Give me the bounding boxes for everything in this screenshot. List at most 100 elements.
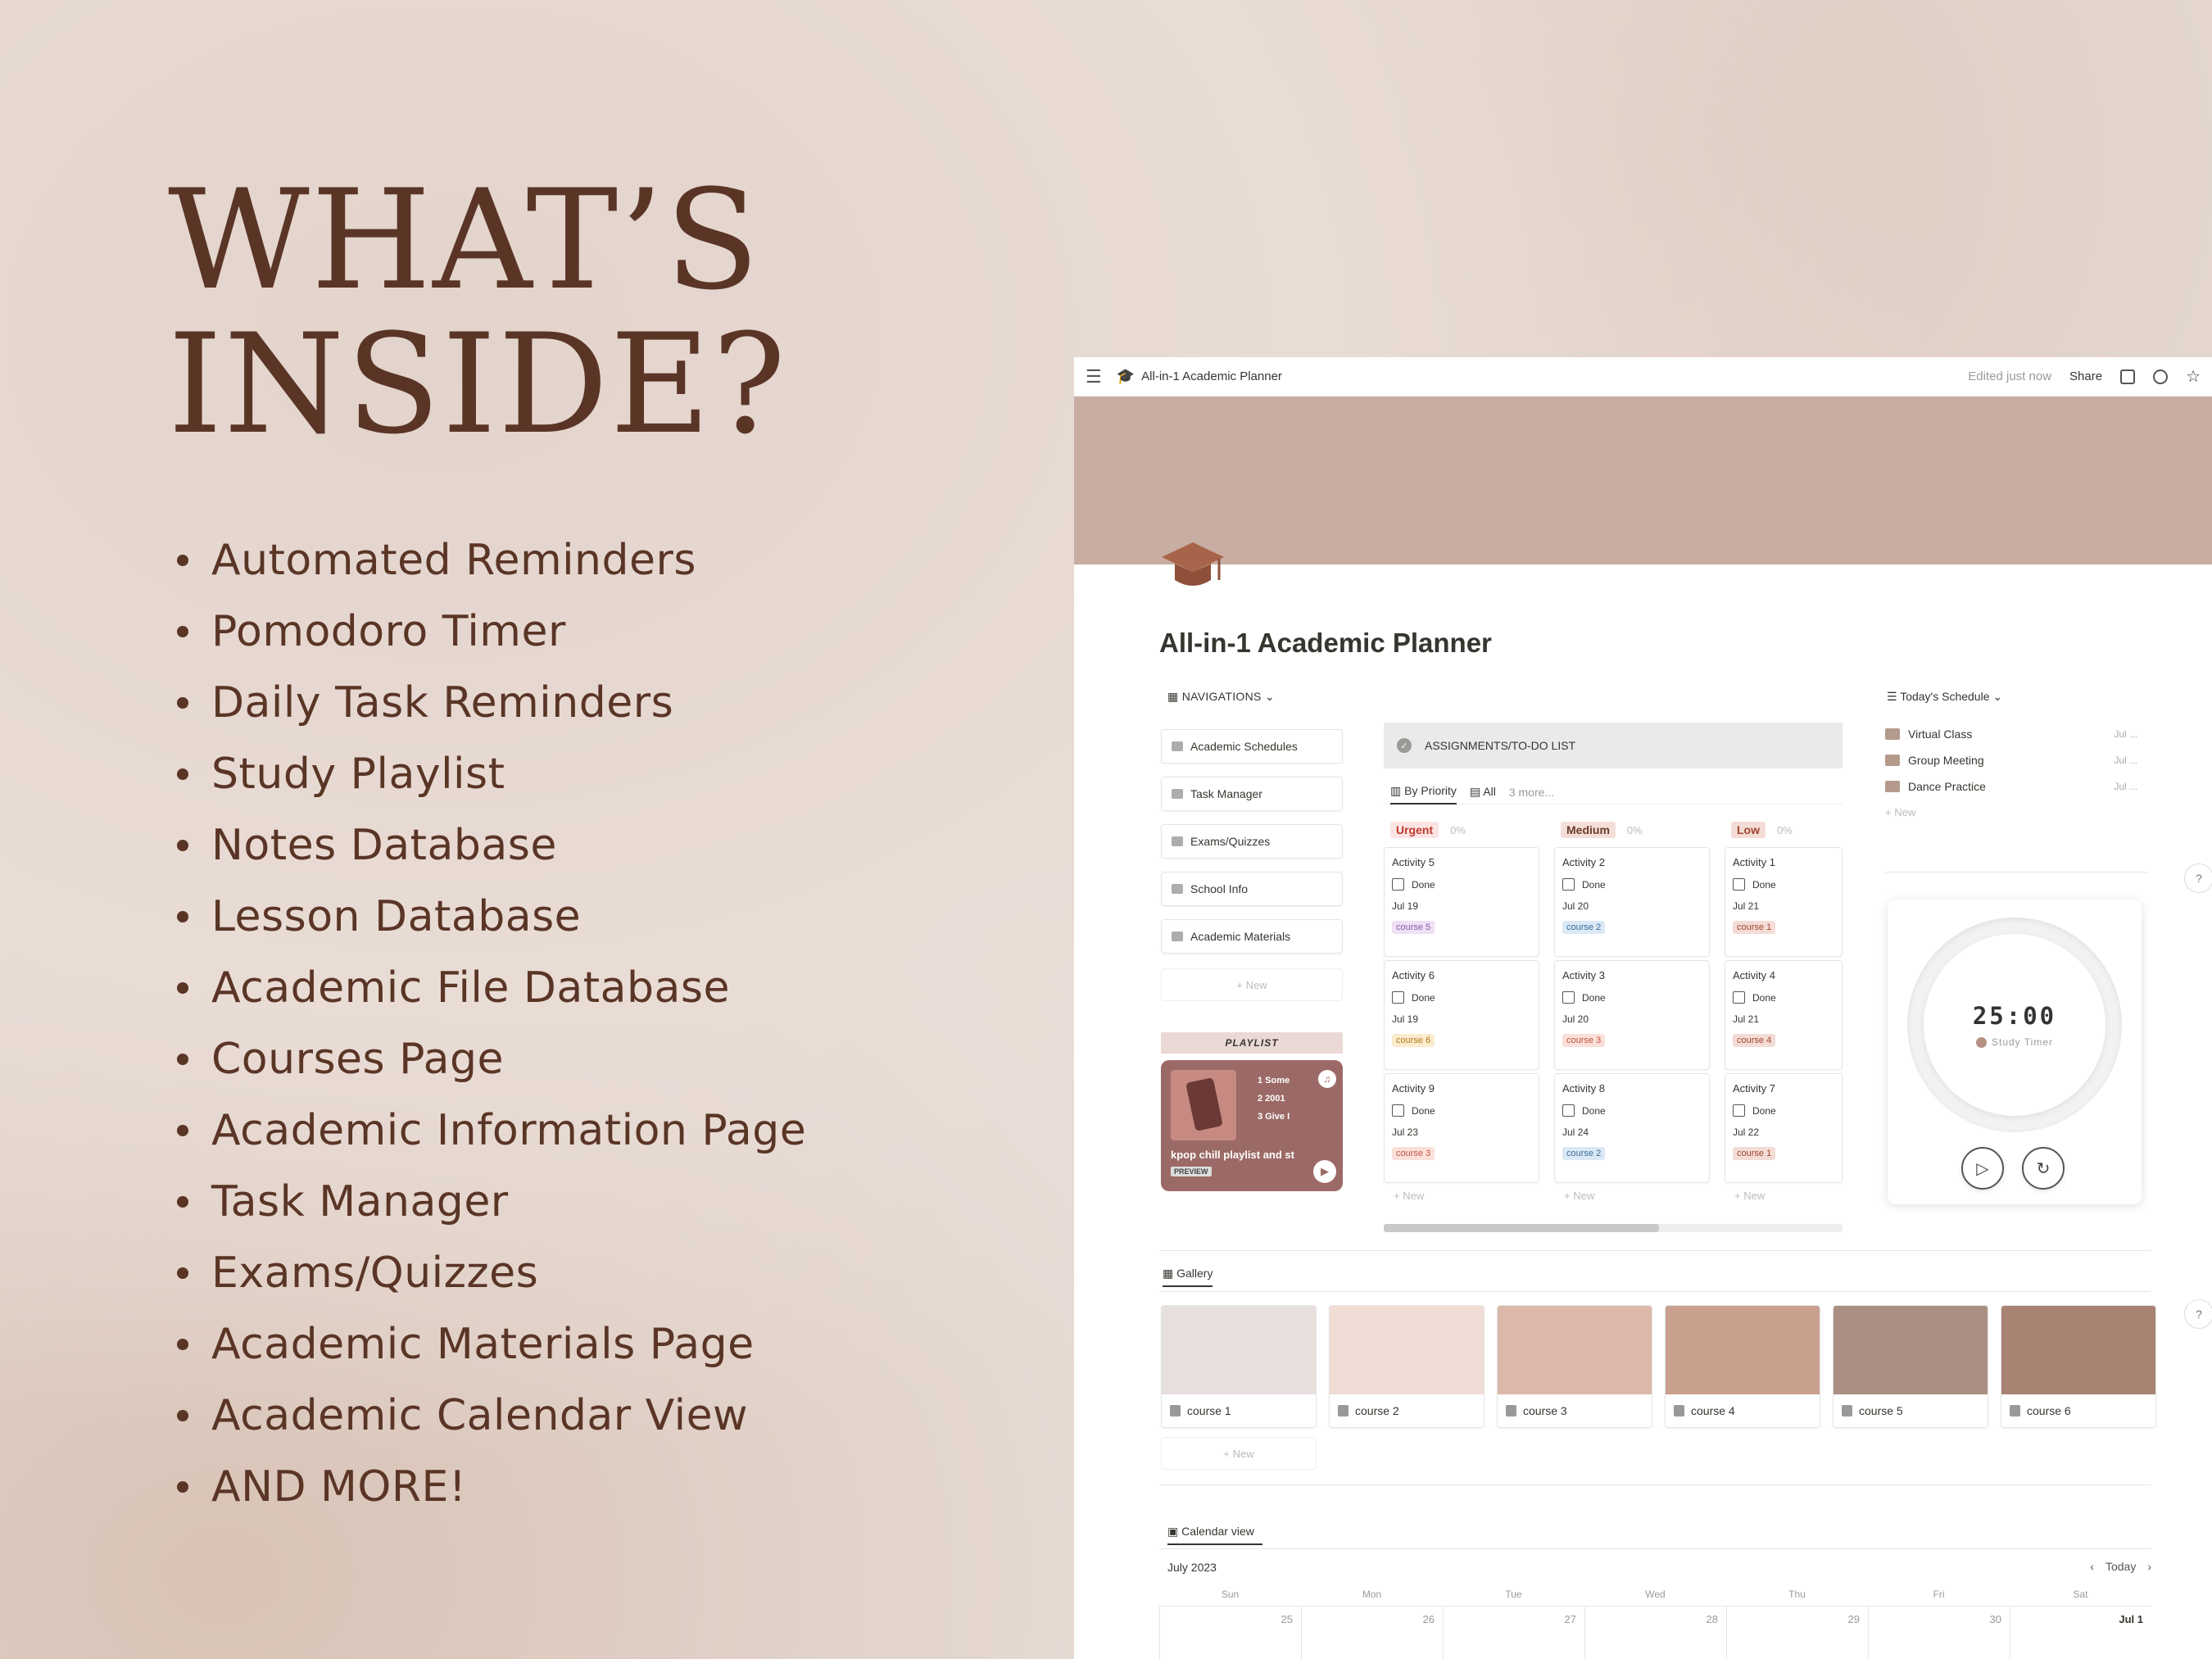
tab-calendar-view[interactable]: ▣ Calendar view — [1167, 1525, 1262, 1545]
schedule-new-button[interactable]: + New — [1885, 806, 1915, 818]
bullet-icon — [177, 768, 188, 780]
nav-exams-quizzes[interactable]: Exams/Quizzes — [1161, 824, 1343, 859]
tab-all[interactable]: ▤ All — [1470, 785, 1496, 799]
spotify-embed[interactable]: 1 Some 2 2001 3 Give I ♫ kpop chill play… — [1161, 1060, 1343, 1191]
checkbox[interactable] — [1392, 1104, 1404, 1117]
task-card[interactable]: Activity 9 Done Jul 23 course 3 — [1384, 1073, 1539, 1183]
nav-academic-schedules[interactable]: Academic Schedules — [1161, 729, 1343, 764]
gallery-card[interactable]: course 3 — [1497, 1305, 1652, 1428]
edited-status: Edited just now — [1968, 369, 2052, 383]
schedule-item[interactable]: Dance Practice Jul ... — [1885, 780, 2147, 793]
calendar-nav: ‹ Today › — [2090, 1560, 2151, 1573]
timer-reset-button[interactable]: ↻ — [2022, 1147, 2065, 1190]
checkbox[interactable] — [1562, 878, 1575, 891]
help-icon[interactable]: ? — [2184, 1299, 2212, 1329]
weekday-label: Sun — [1221, 1589, 1240, 1600]
bullet-icon — [177, 696, 188, 709]
checkbox[interactable] — [1733, 1104, 1745, 1117]
calendar-day-cell[interactable]: 27 — [1443, 1606, 1584, 1659]
checkbox[interactable] — [1392, 991, 1404, 1004]
pomodoro-timer-widget: 25:00 Study Timer ▷ ↻ — [1888, 900, 2142, 1204]
task-card[interactable]: Activity 3 Done Jul 20 course 3 — [1554, 960, 1710, 1070]
assignments-header[interactable]: ✓ ASSIGNMENTS/TO-DO LIST — [1384, 723, 1843, 768]
calendar-day-cell[interactable]: 28 — [1584, 1606, 1726, 1659]
play-icon[interactable]: ▶ — [1313, 1160, 1336, 1183]
video-icon — [1885, 728, 1900, 740]
course-tag: course 2 — [1562, 921, 1606, 934]
horizontal-scrollbar[interactable] — [1384, 1224, 1843, 1232]
gallery-card[interactable]: course 2 — [1329, 1305, 1484, 1428]
chevron-left-icon[interactable]: ‹ — [2090, 1560, 2094, 1573]
feature-item: Automated Reminders — [172, 524, 806, 596]
menu-icon[interactable]: ☰ — [1086, 366, 1102, 388]
todays-schedule-heading[interactable]: ☰ Today's Schedule ⌄ — [1887, 690, 2002, 704]
hero-line-1: WHAT’S — [168, 160, 761, 320]
add-card-button[interactable]: + New — [1384, 1190, 1539, 1202]
schedule-item[interactable]: Group Meeting Jul ... — [1885, 754, 2147, 767]
column-low: Low 0% Activity 1 Done Jul 21 course 1 Activ… — [1725, 819, 1843, 1202]
checkbox[interactable] — [1562, 991, 1575, 1004]
timer-ring: 25:00 Study Timer — [1907, 918, 2122, 1132]
gallery-new-button[interactable]: + New — [1161, 1437, 1317, 1470]
help-icon[interactable]: ? — [2184, 863, 2212, 893]
calendar-day-cell[interactable]: 26 — [1301, 1606, 1443, 1659]
divider — [1159, 1250, 2151, 1251]
comment-icon[interactable] — [2120, 369, 2136, 384]
notion-window: ☰ 🎓 All-in-1 Academic Planner Edited jus… — [1074, 357, 2212, 1659]
add-card-button[interactable]: + New — [1725, 1190, 1843, 1202]
checkbox[interactable] — [1733, 878, 1745, 891]
task-card[interactable]: Activity 8 Done Jul 24 course 2 — [1554, 1073, 1710, 1183]
task-card[interactable]: Activity 1 Done Jul 21 course 1 — [1725, 847, 1843, 957]
share-button[interactable]: Share — [2069, 369, 2102, 383]
checkbox[interactable] — [1392, 878, 1404, 891]
spotify-icon[interactable]: ♫ — [1318, 1070, 1336, 1088]
timer-dot-icon — [1975, 1036, 1987, 1048]
bullet-icon — [177, 1053, 188, 1065]
divider — [1159, 1484, 2151, 1485]
star-icon[interactable]: ☆ — [2186, 366, 2201, 387]
tab-more[interactable]: 3 more... — [1509, 786, 1554, 799]
feature-item: Academic Information Page — [172, 1095, 806, 1166]
checkbox[interactable] — [1733, 991, 1745, 1004]
history-icon[interactable] — [2153, 369, 2169, 384]
task-card[interactable]: Activity 6 Done Jul 19 course 6 — [1384, 960, 1539, 1070]
tab-by-priority[interactable]: ▥ By Priority — [1390, 779, 1457, 805]
task-card[interactable]: Activity 2 Done Jul 20 course 2 — [1554, 847, 1710, 957]
graduation-cap-icon — [1162, 542, 1224, 586]
calendar-day-cell[interactable]: 29 — [1726, 1606, 1868, 1659]
course-tag: course 3 — [1562, 1034, 1606, 1047]
navigations-heading[interactable]: ▦ NAVIGATIONS ⌄ — [1167, 690, 1275, 704]
weekday-label: Wed — [1645, 1589, 1666, 1600]
calendar-day-cell[interactable]: 30 — [1868, 1606, 2010, 1659]
nav-academic-materials[interactable]: Academic Materials — [1161, 919, 1343, 954]
nav-school-info[interactable]: School Info — [1161, 872, 1343, 906]
feature-item: Academic Materials Page — [172, 1308, 806, 1380]
gallery-card[interactable]: course 6 — [2001, 1305, 2156, 1428]
page-icon — [1506, 1405, 1516, 1416]
gallery-card[interactable]: course 1 — [1161, 1305, 1317, 1428]
dance-icon — [1885, 781, 1900, 792]
schedule-item[interactable]: Virtual Class Jul ... — [1885, 728, 2147, 741]
gallery-card[interactable]: course 5 — [1833, 1305, 1988, 1428]
add-card-button[interactable]: + New — [1554, 1190, 1710, 1202]
task-card[interactable]: Activity 7 Done Jul 22 course 1 — [1725, 1073, 1843, 1183]
card-cover — [1162, 1306, 1316, 1394]
divider — [1159, 1291, 2151, 1292]
nav-new-button[interactable]: + New — [1161, 968, 1343, 1001]
gallery-card[interactable]: course 4 — [1665, 1305, 1820, 1428]
task-card[interactable]: Activity 4 Done Jul 21 course 4 — [1725, 960, 1843, 1070]
page-icon — [2010, 1405, 2020, 1416]
timer-play-button[interactable]: ▷ — [1961, 1147, 2004, 1190]
task-card[interactable]: Activity 5 Done Jul 19 course 5 — [1384, 847, 1539, 957]
tab-gallery[interactable]: ▦ Gallery — [1163, 1267, 1213, 1287]
graduation-cap-icon: 🎓 — [1116, 368, 1135, 384]
chevron-right-icon[interactable]: › — [2147, 1560, 2151, 1573]
breadcrumb[interactable]: All-in-1 Academic Planner — [1141, 369, 1282, 383]
today-button[interactable]: Today — [2105, 1560, 2136, 1573]
calendar-day-cell[interactable]: 25 — [1159, 1606, 1301, 1659]
feature-item: Academic File Database — [172, 952, 806, 1023]
calendar-day-cell[interactable]: Jul 1 — [2010, 1606, 2151, 1659]
bullet-icon — [177, 910, 188, 922]
checkbox[interactable] — [1562, 1104, 1575, 1117]
nav-task-manager[interactable]: Task Manager — [1161, 777, 1343, 811]
